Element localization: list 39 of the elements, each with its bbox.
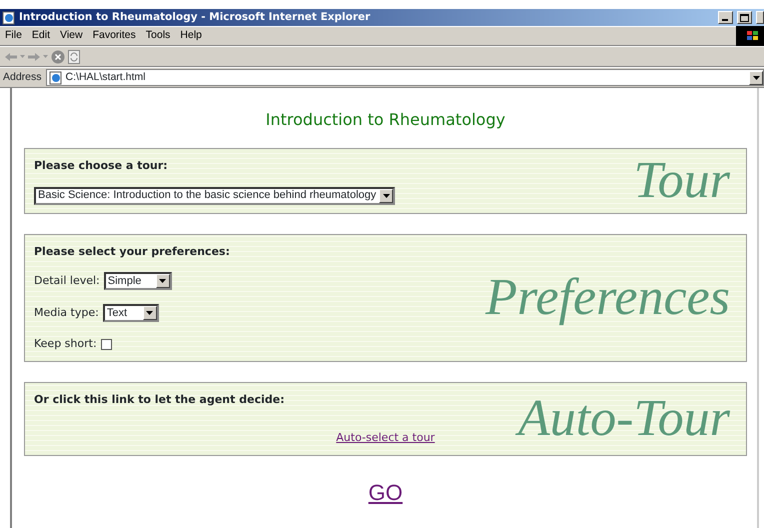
- address-field[interactable]: C:\HAL\start.html: [46, 69, 764, 86]
- menu-item[interactable]: File: [0, 28, 27, 44]
- minimize-button[interactable]: [718, 11, 733, 24]
- menu-item[interactable]: Favorites: [88, 28, 141, 44]
- page-heading: Introduction to Rheumatology: [264, 109, 506, 131]
- section-prompt: Please select your preferences:: [34, 244, 231, 260]
- dropdown-button[interactable]: [749, 70, 763, 84]
- watermark-text: Preferences: [486, 272, 730, 324]
- dropdown-button[interactable]: [156, 274, 170, 288]
- caret-icon: [146, 311, 154, 315]
- menu-item[interactable]: View: [55, 28, 88, 44]
- dropdown-select[interactable]: Simple: [104, 272, 172, 290]
- dropdown-select[interactable]: Text: [102, 304, 159, 322]
- maximize-icon: [740, 14, 749, 22]
- dropdown-select[interactable]: Basic Science: Introduction to the basic science behind rheumatology: [34, 186, 396, 204]
- auto-select-link[interactable]: Auto-select a tour: [336, 430, 435, 446]
- checkbox[interactable]: [100, 338, 112, 350]
- stop-icon[interactable]: [51, 50, 65, 64]
- dropdown-button[interactable]: [142, 306, 157, 320]
- menu-item[interactable]: Tools: [140, 28, 176, 44]
- go-link[interactable]: GO: [368, 476, 403, 508]
- field-label: Detail level:: [34, 272, 100, 289]
- windows-logo-icon: [736, 26, 764, 46]
- maximize-button[interactable]: [737, 11, 752, 24]
- caret-icon: [159, 279, 166, 283]
- address-label: Address: [3, 70, 42, 85]
- caret-icon: [382, 194, 390, 198]
- page-icon: [48, 70, 63, 84]
- window-title: Introduction to Rheumatology - Microsoft Internet Explorer: [19, 10, 372, 25]
- menu-item[interactable]: Edit: [26, 28, 56, 44]
- field-label: Media type:: [34, 304, 99, 321]
- watermark-text: Tour: [634, 154, 730, 207]
- dropdown-button[interactable]: [379, 188, 394, 202]
- field-label: Keep short:: [34, 336, 97, 352]
- refresh-icon[interactable]: [68, 50, 80, 64]
- caret-icon: [752, 76, 760, 80]
- menu-item[interactable]: Help: [175, 28, 207, 44]
- section-prompt: Please choose a tour:: [34, 158, 169, 174]
- section-prompt: Or click this link to let the agent decide:: [34, 392, 286, 408]
